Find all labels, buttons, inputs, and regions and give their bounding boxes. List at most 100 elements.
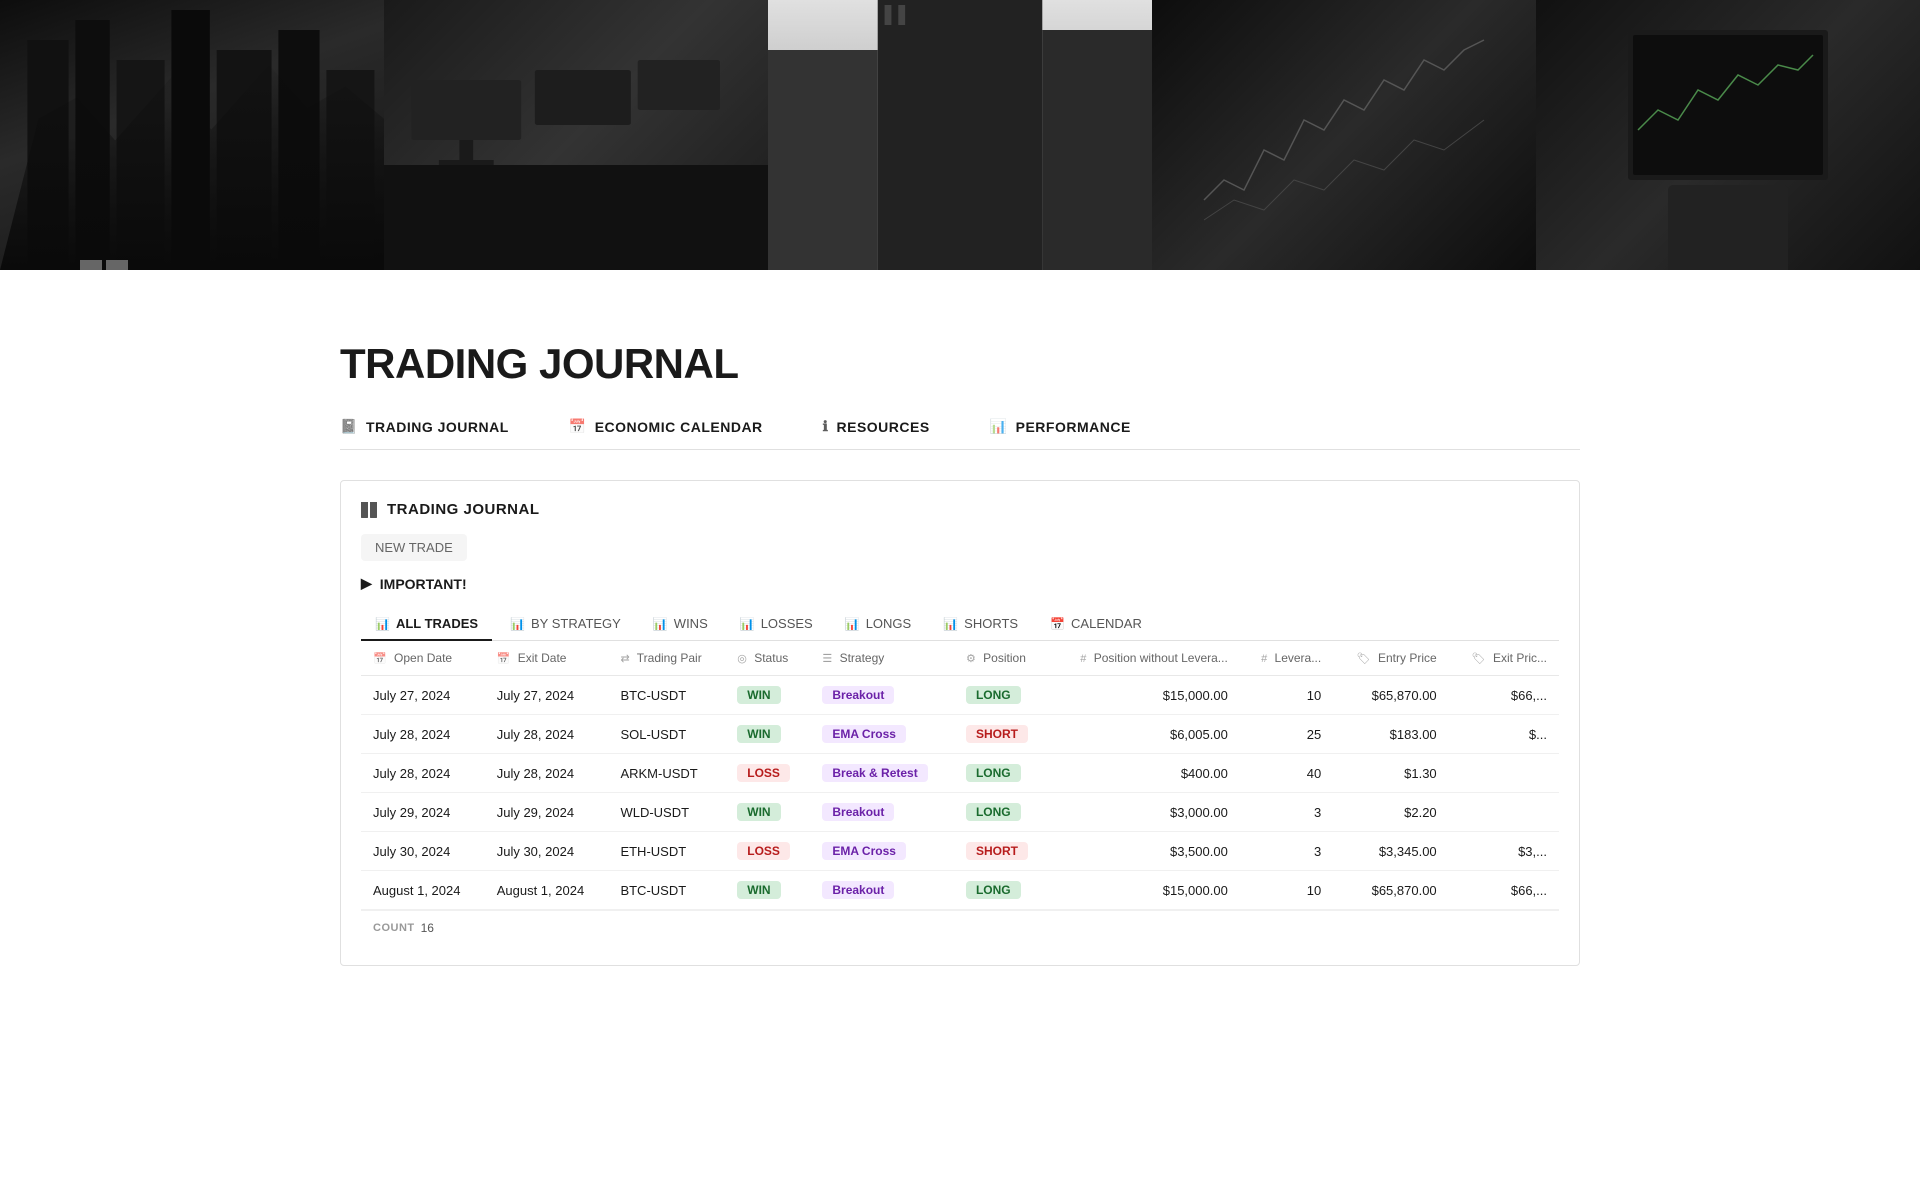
cell-open-date-0: July 27, 2024 (361, 676, 485, 715)
col-icon-leverage: # (1261, 653, 1267, 665)
cell-open-date-5: August 1, 2024 (361, 871, 485, 910)
table-row[interactable]: July 28, 2024 July 28, 2024 ARKM-USDT LO… (361, 754, 1559, 793)
nav-icon-performance: 📊 (990, 418, 1008, 435)
table-row[interactable]: July 29, 2024 July 29, 2024 WLD-USDT WIN… (361, 793, 1559, 832)
nav-label-calendar: ECONOMIC CALENDAR (595, 419, 763, 435)
nav-item-resources[interactable]: ℹ RESOURCES (823, 418, 930, 449)
col-icon-position: ⚙ (966, 653, 976, 665)
table-row[interactable]: August 1, 2024 August 1, 2024 BTC-USDT W… (361, 871, 1559, 910)
cell-exit-price-3 (1449, 793, 1559, 832)
tab-losses[interactable]: 📊 LOSSES (726, 608, 827, 641)
nav-label-resources: RESOURCES (837, 419, 930, 435)
cell-position-0: LONG (954, 676, 1049, 715)
hero-banner (0, 0, 1920, 270)
cell-status-2: LOSS (725, 754, 810, 793)
triangle-icon: ▶ (361, 575, 372, 592)
cell-pos-wo-lev-3: $3,000.00 (1049, 793, 1239, 832)
cell-status-4: LOSS (725, 832, 810, 871)
cell-trading-pair-1: SOL-USDT (608, 715, 725, 754)
cell-status-3: WIN (725, 793, 810, 832)
cell-strategy-1: EMA Cross (810, 715, 954, 754)
journal-header: TRADING JOURNAL (361, 501, 1559, 518)
tab-longs[interactable]: 📊 LONGS (831, 608, 925, 641)
cell-leverage-4: 3 (1240, 832, 1333, 871)
tab-label-longs: LONGS (866, 616, 912, 631)
col-open-date[interactable]: 📅 Open Date (361, 641, 485, 676)
cell-open-date-1: July 28, 2024 (361, 715, 485, 754)
cell-exit-date-5: August 1, 2024 (485, 871, 609, 910)
col-position[interactable]: ⚙ Position (954, 641, 1049, 676)
important-label: IMPORTANT! (380, 576, 467, 592)
nav-label-performance: PERFORMANCE (1016, 419, 1131, 435)
cell-leverage-5: 10 (1240, 871, 1333, 910)
cell-position-3: LONG (954, 793, 1049, 832)
journal-title: TRADING JOURNAL (387, 501, 540, 518)
tab-icon-losses: 📊 (740, 617, 755, 631)
col-position-wo-leverage[interactable]: # Position without Levera... (1049, 641, 1239, 676)
tab-label-losses: LOSSES (761, 616, 813, 631)
cell-pos-wo-lev-2: $400.00 (1049, 754, 1239, 793)
cell-strategy-5: Breakout (810, 871, 954, 910)
tab-shorts[interactable]: 📊 SHORTS (929, 608, 1032, 641)
tab-icon-calendar: 📅 (1050, 617, 1065, 631)
col-icon-strategy: ☰ (822, 653, 832, 665)
count-value: 16 (421, 921, 434, 935)
cell-trading-pair-4: ETH-USDT (608, 832, 725, 871)
hero-panel-3 (768, 0, 1152, 270)
nav-item-trading-journal[interactable]: 📓 TRADING JOURNAL (340, 418, 509, 449)
cell-exit-price-0: $66,... (1449, 676, 1559, 715)
tab-calendar[interactable]: 📅 CALENDAR (1036, 608, 1156, 641)
cell-exit-date-1: July 28, 2024 (485, 715, 609, 754)
table-row[interactable]: July 27, 2024 July 27, 2024 BTC-USDT WIN… (361, 676, 1559, 715)
new-trade-label: NEW TRADE (375, 540, 453, 555)
col-exit-date[interactable]: 📅 Exit Date (485, 641, 609, 676)
table-row[interactable]: July 28, 2024 July 28, 2024 SOL-USDT WIN… (361, 715, 1559, 754)
cell-entry-price-3: $2.20 (1333, 793, 1448, 832)
cell-leverage-0: 10 (1240, 676, 1333, 715)
tab-icon-longs: 📊 (845, 617, 860, 631)
cell-leverage-1: 25 (1240, 715, 1333, 754)
tab-wins[interactable]: 📊 WINS (639, 608, 722, 641)
col-icon-status: ◎ (737, 653, 747, 665)
important-row[interactable]: ▶ IMPORTANT! (361, 575, 1559, 592)
cell-exit-date-4: July 30, 2024 (485, 832, 609, 871)
cell-trading-pair-3: WLD-USDT (608, 793, 725, 832)
cell-strategy-4: EMA Cross (810, 832, 954, 871)
col-status[interactable]: ◎ Status (725, 641, 810, 676)
table-footer: COUNT 16 (361, 910, 1559, 945)
tab-all-trades[interactable]: 📊 ALL TRADES (361, 608, 492, 641)
tabs-container: 📊 ALL TRADES 📊 BY STRATEGY 📊 WINS 📊 LOSS… (361, 608, 1559, 641)
tab-by-strategy[interactable]: 📊 BY STRATEGY (496, 608, 635, 641)
cell-status-5: WIN (725, 871, 810, 910)
col-entry-price[interactable]: 🏷 Entry Price (1333, 641, 1448, 676)
cell-open-date-3: July 29, 2024 (361, 793, 485, 832)
trades-table: 📅 Open Date 📅 Exit Date ⇄ Trading Pair ◎… (361, 641, 1559, 910)
table-row[interactable]: July 30, 2024 July 30, 2024 ETH-USDT LOS… (361, 832, 1559, 871)
col-trading-pair[interactable]: ⇄ Trading Pair (608, 641, 725, 676)
nav-icon-journal: 📓 (340, 418, 358, 435)
cell-exit-price-2 (1449, 754, 1559, 793)
tab-label-wins: WINS (674, 616, 708, 631)
hero-panel-5 (1536, 0, 1920, 270)
cell-pos-wo-lev-4: $3,500.00 (1049, 832, 1239, 871)
cell-status-0: WIN (725, 676, 810, 715)
col-strategy[interactable]: ☰ Strategy (810, 641, 954, 676)
hero-panel-4 (1152, 0, 1536, 270)
cell-open-date-2: July 28, 2024 (361, 754, 485, 793)
cell-position-1: SHORT (954, 715, 1049, 754)
cell-leverage-2: 40 (1240, 754, 1333, 793)
nav-item-economic-calendar[interactable]: 📅 ECONOMIC CALENDAR (569, 418, 763, 449)
tab-label-by-strategy: BY STRATEGY (531, 616, 621, 631)
new-trade-button[interactable]: NEW TRADE (361, 534, 467, 561)
nav-bar: 📓 TRADING JOURNAL 📅 ECONOMIC CALENDAR ℹ … (340, 418, 1580, 450)
nav-item-performance[interactable]: 📊 PERFORMANCE (990, 418, 1131, 449)
col-icon-exit-date: 📅 (497, 653, 511, 665)
nav-icon-calendar: 📅 (569, 418, 587, 435)
nav-icon-resources: ℹ (823, 418, 829, 435)
cell-pos-wo-lev-0: $15,000.00 (1049, 676, 1239, 715)
cell-exit-date-3: July 29, 2024 (485, 793, 609, 832)
cell-position-2: LONG (954, 754, 1049, 793)
col-exit-price[interactable]: 🏷 Exit Pric... (1449, 641, 1559, 676)
tab-icon-all-trades: 📊 (375, 617, 390, 631)
col-leverage[interactable]: # Levera... (1240, 641, 1333, 676)
